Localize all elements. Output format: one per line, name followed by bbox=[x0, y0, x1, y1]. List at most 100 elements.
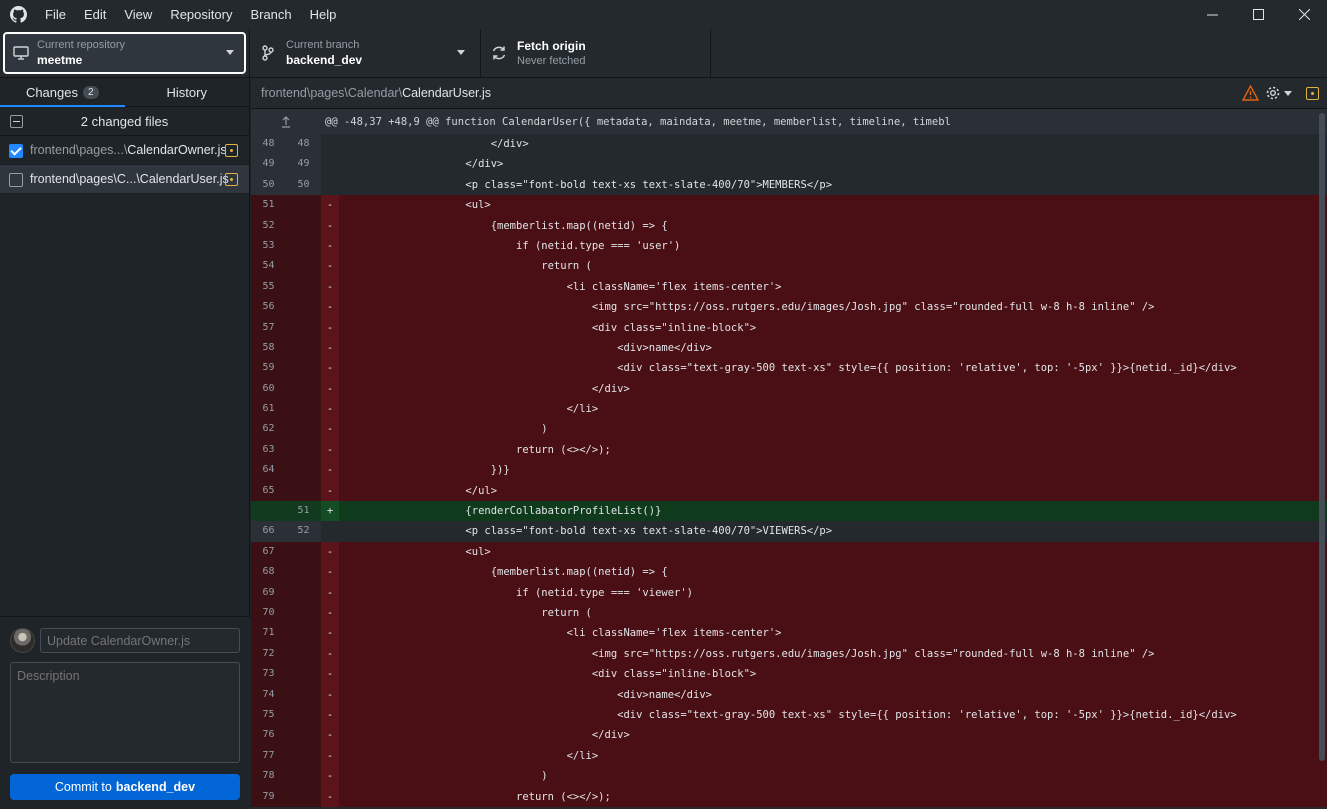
current-branch-value: backend_dev bbox=[286, 53, 363, 67]
old-line-number: 50 bbox=[251, 174, 286, 196]
diff-sign bbox=[321, 134, 339, 154]
new-line-number bbox=[286, 215, 321, 236]
avatar bbox=[10, 628, 35, 653]
sidebar: Changes 2 History 2 changed files fronte… bbox=[0, 78, 250, 809]
diff-line-del[interactable]: 75 - <div class="text-gray-500 text-xs" s… bbox=[251, 704, 1327, 726]
diff-line-del[interactable]: 58 - <div>name</div> bbox=[251, 337, 1327, 359]
desktop-icon bbox=[5, 46, 37, 60]
file-include-checkbox[interactable] bbox=[9, 173, 23, 187]
select-all-checkbox[interactable] bbox=[10, 115, 23, 128]
diff-line-ctx[interactable]: 48 48 </div> bbox=[251, 134, 1327, 155]
diff-line-del[interactable]: 61 - </li> bbox=[251, 399, 1327, 420]
code-text: <img src="https://oss.rutgers.edu/images… bbox=[339, 301, 1155, 314]
diff-line-del[interactable]: 63 - return (<></>); bbox=[251, 439, 1327, 461]
diff-line-del[interactable]: 59 - <div class="text-gray-500 text-xs" s… bbox=[251, 358, 1327, 379]
diff-line-del[interactable]: 74 - <div>name</div> bbox=[251, 684, 1327, 705]
old-line-number: 69 bbox=[251, 582, 286, 603]
diff-tools bbox=[1242, 85, 1319, 101]
diff-line-add[interactable]: 51 + {renderCollabatorProfileList()} bbox=[251, 501, 1327, 522]
new-line-number bbox=[286, 358, 321, 379]
fetch-origin-button[interactable]: Fetch origin Never fetched bbox=[481, 29, 711, 77]
diff-line-del[interactable]: 55 - <li className='flex items-center'> bbox=[251, 276, 1327, 298]
diff-line-del[interactable]: 53 - if (netid.type === 'user') bbox=[251, 235, 1327, 257]
new-line-number bbox=[286, 704, 321, 726]
commit-button[interactable]: Commit to backend_dev bbox=[10, 774, 240, 800]
diff-line-ctx[interactable]: 50 50 <p class="font-bold text-xs text-sl… bbox=[251, 174, 1327, 196]
gear-icon bbox=[1266, 86, 1280, 100]
chevron-down-icon bbox=[1284, 90, 1292, 96]
diff-line-del[interactable]: 72 - <img src="https://oss.rutgers.edu/im… bbox=[251, 643, 1327, 665]
menu-bar: File Edit View Repository Branch Help bbox=[36, 0, 345, 29]
file-include-checkbox[interactable] bbox=[9, 144, 23, 158]
diff-line-ctx[interactable]: 49 49 </div> bbox=[251, 154, 1327, 175]
old-line-number: 59 bbox=[251, 358, 286, 379]
warning-icon[interactable] bbox=[1242, 85, 1259, 101]
new-line-number: 48 bbox=[286, 134, 321, 155]
diff-line-del[interactable]: 68 - {memberlist.map((netid) => { bbox=[251, 562, 1327, 583]
menu-view[interactable]: View bbox=[115, 0, 161, 29]
diff-sign bbox=[321, 521, 339, 541]
diff-line-del[interactable]: 60 - </div> bbox=[251, 378, 1327, 400]
diff-line-del[interactable]: 73 - <div class="inline-block"> bbox=[251, 664, 1327, 685]
scrollbar[interactable] bbox=[1319, 113, 1325, 761]
code-text: <ul> bbox=[339, 199, 491, 212]
new-line-number bbox=[286, 562, 321, 583]
commit-summary-input[interactable] bbox=[40, 628, 240, 653]
file-path: frontend\pages\C...\CalendarUser.js bbox=[30, 172, 229, 186]
diff-sign: - bbox=[321, 297, 339, 318]
old-line-number: 57 bbox=[251, 317, 286, 338]
diff-line-del[interactable]: 67 - <ul> bbox=[251, 541, 1327, 563]
diff-line-del[interactable]: 54 - return ( bbox=[251, 256, 1327, 277]
tab-history[interactable]: History bbox=[125, 78, 250, 106]
diff-line-del[interactable]: 77 - </li> bbox=[251, 745, 1327, 767]
new-line-number bbox=[286, 582, 321, 603]
diff-line-del[interactable]: 76 - </div> bbox=[251, 725, 1327, 746]
menu-branch[interactable]: Branch bbox=[241, 0, 300, 29]
diff-line-del[interactable]: 51 - <ul> bbox=[251, 195, 1327, 216]
diff-line-del[interactable]: 71 - <li className='flex items-center'> bbox=[251, 623, 1327, 644]
diff-line-del[interactable]: 65 - </ul> bbox=[251, 480, 1327, 502]
diff-line-del[interactable]: 52 - {memberlist.map((netid) => { bbox=[251, 215, 1327, 236]
diff-line-del[interactable]: 57 - <div class="inline-block"> bbox=[251, 317, 1327, 338]
menu-repository[interactable]: Repository bbox=[161, 0, 241, 29]
diff-sign: - bbox=[321, 399, 339, 420]
code-text: return (<></>); bbox=[339, 443, 611, 456]
code-text: </div> bbox=[339, 158, 504, 171]
diff-line-del[interactable]: 70 - return ( bbox=[251, 602, 1327, 624]
file-list-item[interactable]: frontend\pages...\CalendarOwner.js bbox=[0, 136, 249, 165]
new-line-number bbox=[286, 480, 321, 502]
settings-button[interactable] bbox=[1265, 85, 1292, 101]
old-line-number bbox=[251, 501, 286, 522]
menu-file[interactable]: File bbox=[36, 0, 75, 29]
diff-line-del[interactable]: 62 - ) bbox=[251, 419, 1327, 440]
old-line-number: 75 bbox=[251, 704, 286, 726]
new-line-number bbox=[286, 745, 321, 767]
current-repository-button[interactable]: Current repository meetme bbox=[3, 32, 246, 74]
diff-line-del[interactable]: 78 - ) bbox=[251, 766, 1327, 787]
tab-changes[interactable]: Changes 2 bbox=[0, 78, 125, 107]
file-list-item[interactable]: frontend\pages\C...\CalendarUser.js bbox=[0, 165, 249, 194]
old-line-number: 60 bbox=[251, 378, 286, 400]
expand-up-icon[interactable] bbox=[251, 109, 321, 134]
diff-line-del[interactable]: 69 - if (netid.type === 'viewer') bbox=[251, 582, 1327, 603]
new-line-number bbox=[286, 256, 321, 277]
diff-line-ctx[interactable]: 66 52 <p class="font-bold text-xs text-sl… bbox=[251, 521, 1327, 542]
new-line-number bbox=[286, 766, 321, 787]
diff-line-del[interactable]: 64 - })} bbox=[251, 460, 1327, 481]
diff-line-del[interactable]: 56 - <img src="https://oss.rutgers.edu/im… bbox=[251, 297, 1327, 318]
old-line-number: 51 bbox=[251, 195, 286, 216]
menu-help[interactable]: Help bbox=[301, 0, 346, 29]
maximize-button[interactable] bbox=[1235, 0, 1281, 29]
close-button[interactable] bbox=[1281, 0, 1327, 29]
menu-edit[interactable]: Edit bbox=[75, 0, 115, 29]
minimize-button[interactable] bbox=[1189, 0, 1235, 29]
fetch-origin-label: Fetch origin bbox=[517, 39, 586, 53]
current-branch-button[interactable]: Current branch backend_dev bbox=[250, 29, 481, 77]
diff-line-del[interactable]: 79 - return (<></>); bbox=[251, 786, 1327, 807]
new-line-number bbox=[286, 460, 321, 481]
github-logo-icon bbox=[0, 0, 36, 29]
sidebar-tabs: Changes 2 History bbox=[0, 78, 249, 107]
file-path-name: CalendarOwner.js bbox=[127, 143, 227, 157]
commit-description-input[interactable] bbox=[10, 662, 240, 763]
code-text: <div class="text-gray-500 text-xs" style… bbox=[339, 362, 1237, 375]
